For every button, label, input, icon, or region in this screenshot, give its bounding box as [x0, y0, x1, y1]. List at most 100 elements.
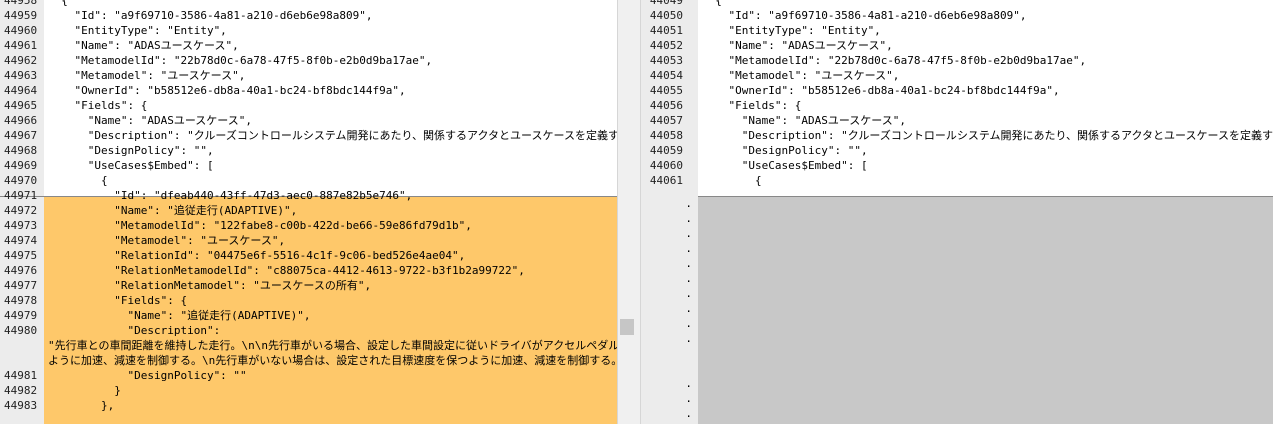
line-number — [0, 338, 44, 353]
code-line[interactable]: 44983 }, — [0, 398, 617, 413]
line-text: "Id": "a9f69710-3586-4a81-a210-d6eb6e98a… — [702, 9, 1027, 22]
wrapped-line[interactable]: ように加速、減速を制御する。\n先行車がいない場合は、設定された目標速度を保つよ… — [0, 353, 617, 368]
line-text: "MetamodelId": "22b78d0c-6a78-47f5-8f0b-… — [702, 54, 1087, 67]
line-text: { — [702, 0, 722, 7]
code-line[interactable]: 44968 "DesignPolicy": "", — [0, 143, 617, 158]
line-text: ように加速、減速を制御する。\n先行車がいない場合は、設定された目標速度を保つよ… — [48, 354, 617, 367]
line-number: 44960 — [4, 24, 38, 37]
missing-line-marker: . — [685, 272, 692, 285]
line-text: "EntityType": "Entity", — [702, 24, 881, 37]
line-text: "Description": "クルーズコントロールシステム開発にあたり、関係す… — [48, 129, 617, 142]
line-text: "UseCases$Embed": [ — [702, 159, 868, 172]
line-number: 44966 — [4, 114, 38, 127]
code-line[interactable]: 44958 { — [0, 0, 617, 8]
pane-splitter[interactable] — [617, 0, 641, 424]
right-change-divider — [698, 196, 1273, 197]
missing-line-marker: . — [685, 377, 692, 390]
line-number: 44975 — [4, 249, 38, 262]
code-line[interactable]: 44965 "Fields": { — [0, 98, 617, 113]
overview-scroll-thumb[interactable] — [620, 319, 634, 335]
missing-line-marker: . — [685, 302, 692, 315]
code-line[interactable]: 44973 "MetamodelId": "122fabe8-c00b-422d… — [0, 218, 617, 233]
line-text: "DesignPolicy": "" — [48, 369, 247, 382]
code-line[interactable]: 44967 "Description": "クルーズコントロールシステム開発にあ… — [0, 128, 617, 143]
code-line[interactable]: 44050 "Id": "a9f69710-3586-4a81-a210-d6e… — [641, 8, 1273, 23]
diff-viewer: 44958 {44959 "Id": "a9f69710-3586-4a81-a… — [0, 0, 1273, 424]
code-line[interactable]: 44981 "DesignPolicy": "" — [0, 368, 617, 383]
line-number: 44964 — [4, 84, 38, 97]
code-line[interactable]: 44054 "Metamodel": "ユースケース", — [641, 68, 1273, 83]
code-line[interactable]: 44964 "OwnerId": "b58512e6-db8a-40a1-bc2… — [0, 83, 617, 98]
line-text: "先行車との車間距離を維持した走行。\n\n先行車がいる場合、設定した車間設定に… — [48, 339, 617, 352]
line-text: "Metamodel": "ユースケース", — [48, 69, 246, 82]
line-number: 44974 — [4, 234, 38, 247]
line-number — [0, 353, 44, 368]
line-text: "Fields": { — [48, 99, 148, 112]
splitter-border-left — [617, 0, 618, 424]
wrapped-line[interactable]: "先行車との車間距離を維持した走行。\n\n先行車がいる場合、設定した車間設定に… — [0, 338, 617, 353]
code-line[interactable]: 44960 "EntityType": "Entity", — [0, 23, 617, 38]
line-text: "Name": "ADASユースケース", — [48, 39, 239, 52]
missing-line-marker: . — [685, 407, 692, 420]
line-number: 44981 — [4, 369, 38, 382]
line-text: "RelationId": "04475e6f-5516-4c1f-9c06-b… — [48, 249, 466, 262]
code-line[interactable]: 44962 "MetamodelId": "22b78d0c-6a78-47f5… — [0, 53, 617, 68]
missing-line-marker: . — [685, 392, 692, 405]
line-text: "Id": "dfeab440-43ff-47d3-aec0-887e82b5e… — [48, 189, 413, 202]
code-line[interactable]: 44977 "RelationMetamodel": "ユースケースの所有", — [0, 278, 617, 293]
code-line[interactable]: 44961 "Name": "ADASユースケース", — [0, 38, 617, 53]
line-number: 44963 — [4, 69, 38, 82]
code-line[interactable]: 44966 "Name": "ADASユースケース", — [0, 113, 617, 128]
code-line[interactable]: 44975 "RelationId": "04475e6f-5516-4c1f-… — [0, 248, 617, 263]
line-number: 44972 — [4, 204, 38, 217]
code-line[interactable]: 44052 "Name": "ADASユースケース", — [641, 38, 1273, 53]
code-line[interactable]: 44974 "Metamodel": "ユースケース", — [0, 233, 617, 248]
code-line[interactable]: 44049 { — [641, 0, 1273, 8]
code-line[interactable]: 44972 "Name": "追従走行(ADAPTIVE)", — [0, 203, 617, 218]
missing-line-marker: . — [685, 332, 692, 345]
line-text: { — [702, 174, 762, 187]
code-line[interactable]: 44053 "MetamodelId": "22b78d0c-6a78-47f5… — [641, 53, 1273, 68]
code-line[interactable]: 44055 "OwnerId": "b58512e6-db8a-40a1-bc2… — [641, 83, 1273, 98]
line-number: 44968 — [4, 144, 38, 157]
code-line[interactable]: 44970 { — [0, 173, 617, 188]
line-number: 44973 — [4, 219, 38, 232]
code-line[interactable]: 44060 "UseCases$Embed": [ — [641, 158, 1273, 173]
left-pane[interactable]: 44958 {44959 "Id": "a9f69710-3586-4a81-a… — [0, 0, 617, 424]
missing-line-marker: . — [685, 242, 692, 255]
code-line[interactable]: 44979 "Name": "追従走行(ADAPTIVE)", — [0, 308, 617, 323]
line-text: "Description": — [48, 324, 221, 337]
code-line[interactable]: 44982 } — [0, 383, 617, 398]
code-line[interactable]: 44976 "RelationMetamodelId": "c88075ca-4… — [0, 263, 617, 278]
missing-line-marker: . — [685, 257, 692, 270]
line-number: 44982 — [4, 384, 38, 397]
line-text: "Name": "追従走行(ADAPTIVE)", — [48, 204, 298, 217]
code-line[interactable]: 44059 "DesignPolicy": "", — [641, 143, 1273, 158]
line-number: 44967 — [4, 129, 38, 142]
code-line[interactable]: 44980 "Description": — [0, 323, 617, 338]
code-line[interactable]: 44969 "UseCases$Embed": [ — [0, 158, 617, 173]
line-text: "MetamodelId": "22b78d0c-6a78-47f5-8f0b-… — [48, 54, 433, 67]
line-text: "Metamodel": "ユースケース", — [702, 69, 900, 82]
line-text: "MetamodelId": "122fabe8-c00b-422d-be66-… — [48, 219, 472, 232]
missing-line-marker: . — [685, 197, 692, 210]
line-number: 44983 — [4, 399, 38, 412]
line-number: 44978 — [4, 294, 38, 307]
code-line[interactable]: 44058 "Description": "クルーズコントロールシステム開発にあ… — [641, 128, 1273, 143]
line-text: } — [48, 384, 121, 397]
code-line[interactable]: 44051 "EntityType": "Entity", — [641, 23, 1273, 38]
line-text: "Metamodel": "ユースケース", — [48, 234, 286, 247]
code-line[interactable]: 44971 "Id": "dfeab440-43ff-47d3-aec0-887… — [0, 188, 617, 203]
line-text: "Name": "ADASユースケース", — [48, 114, 252, 127]
line-text: "RelationMetamodelId": "c88075ca-4412-46… — [48, 264, 525, 277]
code-line[interactable]: 44959 "Id": "a9f69710-3586-4a81-a210-d6e… — [0, 8, 617, 23]
line-text: "Fields": { — [702, 99, 802, 112]
code-line[interactable]: 44978 "Fields": { — [0, 293, 617, 308]
line-number: 44977 — [4, 279, 38, 292]
code-line[interactable]: 44963 "Metamodel": "ユースケース", — [0, 68, 617, 83]
code-line[interactable]: 44056 "Fields": { — [641, 98, 1273, 113]
line-number: 44961 — [4, 39, 38, 52]
code-line[interactable]: 44057 "Name": "ADASユースケース", — [641, 113, 1273, 128]
code-line[interactable]: 44061 { — [641, 173, 1273, 188]
right-pane[interactable]: 44049 {44050 "Id": "a9f69710-3586-4a81-a… — [641, 0, 1273, 424]
